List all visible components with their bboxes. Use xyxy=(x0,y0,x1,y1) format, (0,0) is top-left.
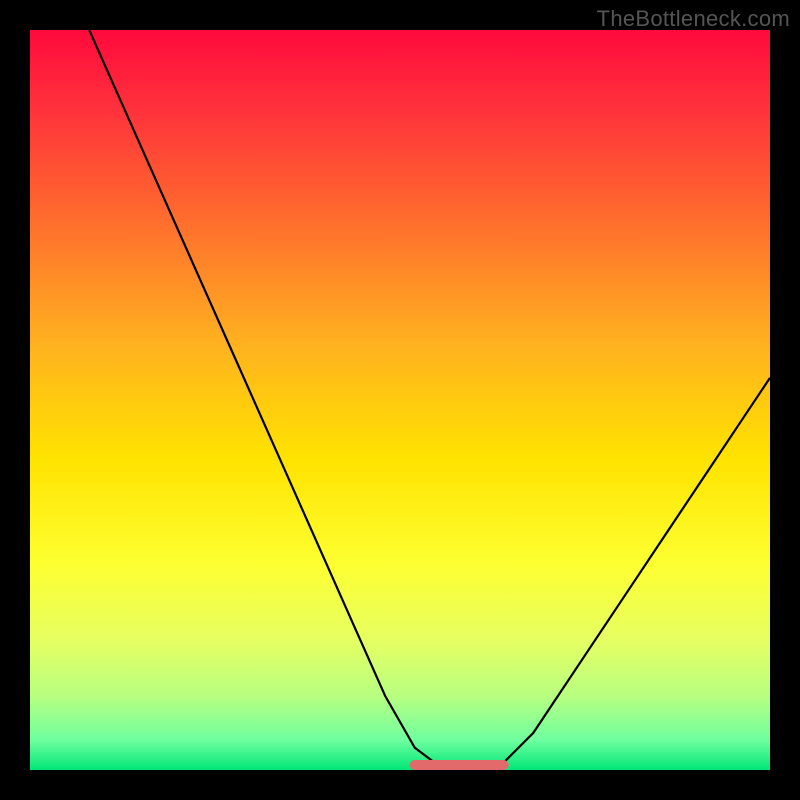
bottleneck-curve xyxy=(89,30,770,770)
chart-overlay xyxy=(30,30,770,770)
watermark-text: TheBottleneck.com xyxy=(597,6,790,32)
